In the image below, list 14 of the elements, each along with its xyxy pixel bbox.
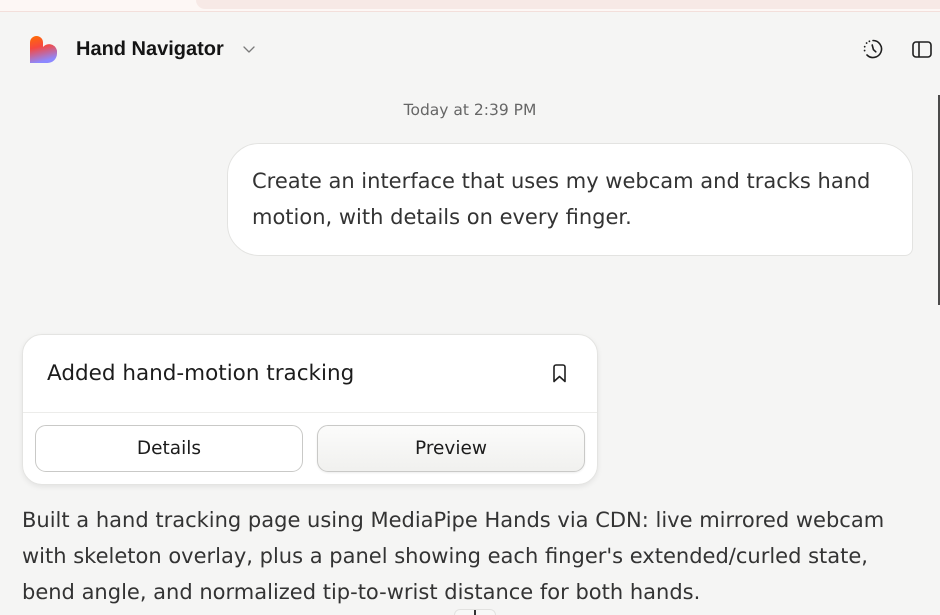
bookmark-icon[interactable]: [552, 364, 567, 383]
scroll-down-button[interactable]: [454, 609, 496, 615]
artifact-title: Added hand-motion tracking: [47, 361, 354, 386]
response-text: Built a hand tracking page using MediaPipe Hands via CDN: live mirrored webcam with skeleton overlay, plus a panel showing each finger's extended/curled state, bend angle, and normalized tip-to-wrist distance for both hands.: [22, 507, 886, 606]
artifact-action-button[interactable]: Preview: [317, 425, 585, 472]
sidebar-toggle-icon[interactable]: [912, 40, 932, 58]
scrollbar-thumb[interactable]: [938, 95, 940, 305]
user-message-text: Create an interface that uses my webcam and tracks hand motion, with details on every finger.: [252, 168, 872, 231]
project-title[interactable]: Hand Navigator: [76, 38, 224, 60]
artifact-action-button[interactable]: Details: [35, 425, 303, 472]
logo-icon: [30, 36, 57, 62]
message-timestamp: Today at 2:39 PM: [404, 100, 536, 120]
history-icon[interactable]: [863, 39, 883, 59]
chevron-down-icon[interactable]: [242, 46, 255, 52]
